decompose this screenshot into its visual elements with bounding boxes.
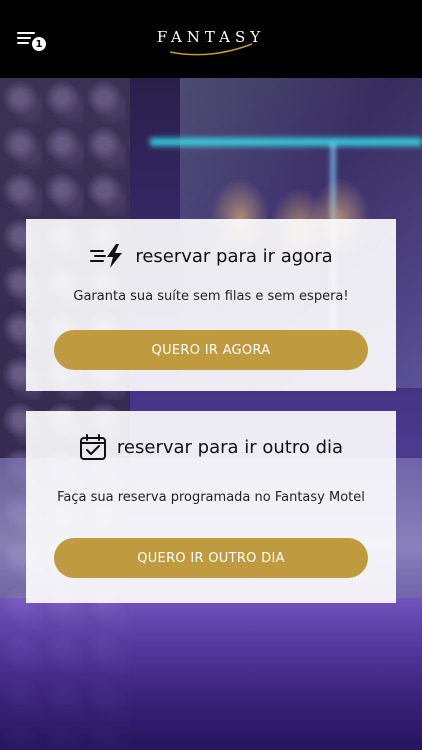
logo-text: FANTASY (156, 28, 266, 46)
reserve-now-card: reservar para ir agora Garanta sua suíte… (26, 219, 396, 391)
card-title: reservar para ir agora (135, 245, 333, 267)
notification-badge: 1 (31, 36, 47, 52)
fantasy-logo: FANTASY (140, 22, 282, 58)
menu-icon-line (17, 42, 29, 44)
card-subtitle: Faça sua reserva programada no Fantasy M… (57, 490, 365, 505)
card-title-row: reservar para ir agora (26, 241, 396, 271)
card-subtitle: Garanta sua suíte sem filas e sem espera… (73, 289, 349, 304)
card-title: reservar para ir outro dia (116, 436, 344, 458)
go-other-day-button[interactable]: QUERO IR OUTRO DIA (54, 538, 368, 578)
reserve-other-day-card: reservar para ir outro dia Faça sua rese… (26, 411, 396, 603)
background-floor (0, 598, 422, 750)
menu-icon-line (17, 32, 35, 34)
top-bar: 1 FANTASY (0, 0, 422, 78)
menu-button[interactable]: 1 (17, 30, 49, 54)
card-title-row: reservar para ir outro dia (26, 431, 396, 463)
go-now-button[interactable]: QUERO IR AGORA (54, 330, 368, 370)
background-neon (150, 138, 422, 146)
fast-lightning-icon (90, 244, 123, 268)
menu-icon-line (17, 37, 31, 39)
calendar-check-icon (79, 434, 106, 460)
